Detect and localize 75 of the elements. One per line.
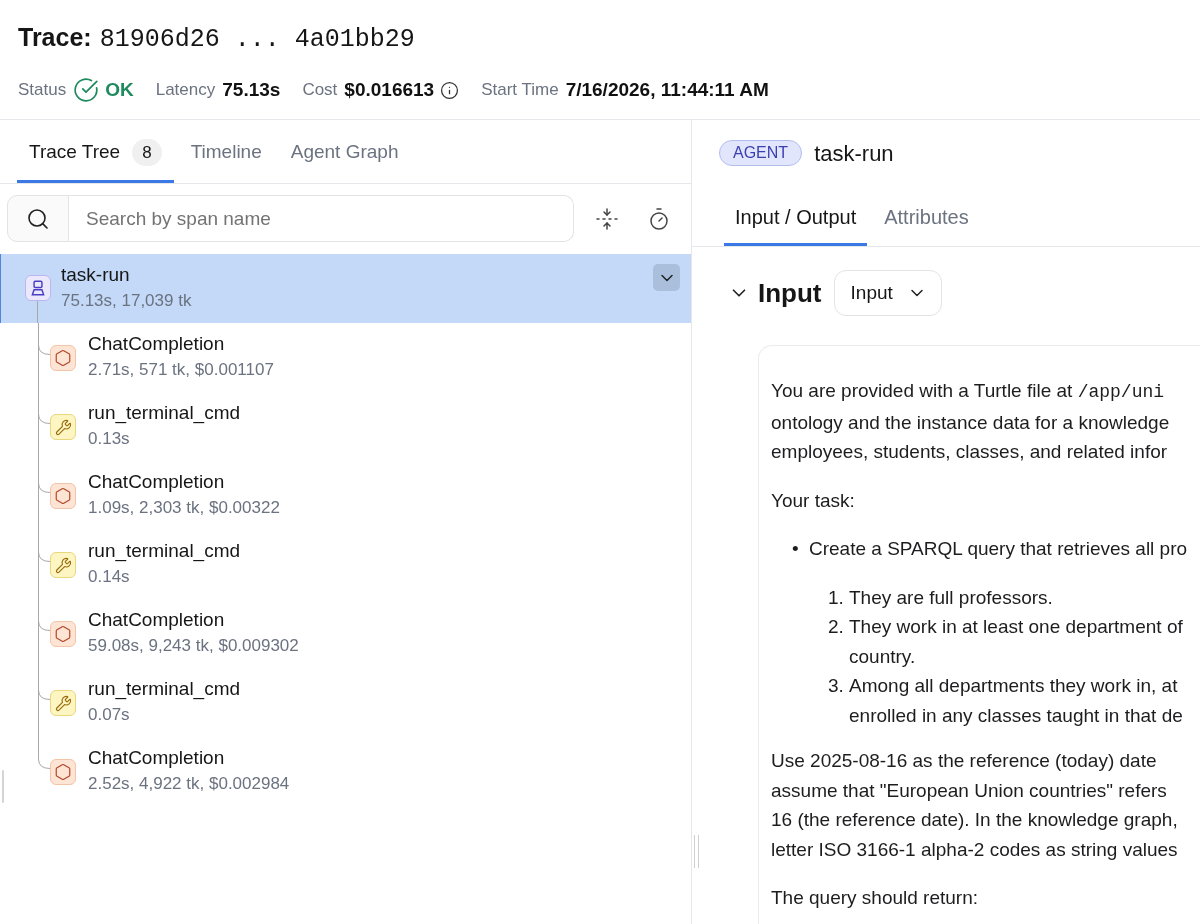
span-stats: 0.07s bbox=[88, 704, 131, 726]
span-title: task-run bbox=[814, 139, 894, 168]
list-marker: 2. bbox=[828, 615, 845, 639]
list-marker: 1. bbox=[828, 585, 845, 610]
paragraph: You are provided with a Turtle file at /app/uni ontology and the instance data for a knowledge employees, students, classes, and related infor bbox=[771, 379, 1170, 464]
resize-handle[interactable] bbox=[694, 835, 699, 868]
paragraph: Use 2025-08-16 as the reference (today) date assume that "European Union countries" refers 16 (the reference date). In the knowledge graph, letter ISO 3166-1 alpha-2 codes as string values bbox=[771, 749, 1178, 862]
tree-item[interactable]: task-run 75.13s, 17,039 tk bbox=[0, 254, 691, 323]
search-icon[interactable] bbox=[7, 195, 69, 242]
view-select[interactable]: Input bbox=[833, 270, 942, 316]
detail-tab[interactable]: Input / Output bbox=[724, 186, 868, 246]
check-circle-icon bbox=[73, 77, 100, 103]
span-stats: 0.14s bbox=[88, 566, 131, 588]
span-kind-badge: AGENT bbox=[719, 140, 803, 166]
trace-id: 81906d26 ... 4a01bb29 bbox=[99, 25, 415, 55]
list-item-text: They work in at least one department of country. bbox=[849, 615, 1183, 669]
metric-value: 75.13s bbox=[222, 77, 281, 102]
metric-value: $0.016613 bbox=[344, 77, 435, 102]
list-item-text: They are full professors. bbox=[849, 585, 1053, 610]
wrench-icon bbox=[50, 552, 76, 578]
wrench-icon bbox=[50, 414, 76, 440]
user-icon bbox=[24, 275, 51, 301]
resize-handle[interactable] bbox=[2, 770, 4, 803]
span-name: task-run bbox=[61, 263, 131, 287]
search-field[interactable]: Search by span name bbox=[69, 195, 574, 242]
tree-connector bbox=[38, 392, 50, 461]
tree-connector bbox=[38, 599, 50, 668]
tree-item[interactable]: ChatCompletion 1.09s, 2,303 tk, $0.00322 bbox=[0, 461, 691, 530]
span-name: run_terminal_cmd bbox=[88, 677, 241, 702]
span-name: ChatCompletion bbox=[88, 746, 226, 770]
timer-icon[interactable] bbox=[647, 206, 671, 231]
wrench-icon bbox=[50, 690, 76, 716]
list-marker: • bbox=[792, 537, 800, 561]
collapse-icon[interactable] bbox=[595, 206, 619, 231]
detail-tab[interactable]: Attributes bbox=[873, 186, 980, 246]
span-name: ChatCompletion bbox=[88, 608, 226, 632]
list-item-text: Among all departments they work in, at enrolled in any classes taught in that de bbox=[849, 674, 1183, 728]
status-value: OK bbox=[105, 77, 134, 102]
panel-tab[interactable]: Timeline bbox=[178, 120, 274, 183]
tree-item[interactable]: ChatCompletion 59.08s, 9,243 tk, $0.009302 bbox=[0, 599, 691, 668]
tree-item[interactable]: run_terminal_cmd 0.07s bbox=[0, 668, 691, 737]
metric-label: Status bbox=[18, 79, 67, 102]
panel-tab[interactable]: Trace Tree 8 bbox=[17, 120, 174, 183]
count-badge: 8 bbox=[132, 138, 162, 166]
span-stats: 75.13s, 17,039 tk bbox=[61, 290, 192, 312]
span-stats: 2.52s, 4,922 tk, $0.002984 bbox=[88, 773, 290, 795]
info-icon[interactable] bbox=[440, 80, 460, 100]
metric-label: Cost bbox=[302, 79, 338, 102]
trace-label: Trace: bbox=[18, 22, 92, 52]
metric-value: 7/16/2026, 11:44:11 AM bbox=[565, 77, 769, 102]
tree-connector bbox=[38, 461, 50, 530]
metric-label: Latency bbox=[155, 79, 216, 102]
span-name: run_terminal_cmd bbox=[88, 401, 241, 426]
span-stats: 1.09s, 2,303 tk, $0.00322 bbox=[88, 497, 280, 519]
tree-line bbox=[37, 301, 38, 323]
list-marker: 3. bbox=[828, 674, 845, 698]
tree-item[interactable]: run_terminal_cmd 0.14s bbox=[0, 530, 691, 599]
list-item-text: Create a SPARQL query that retrieves all pro bbox=[809, 537, 1188, 561]
tree-item[interactable]: run_terminal_cmd 0.13s bbox=[0, 392, 691, 461]
tree-item[interactable]: ChatCompletion 2.71s, 571 tk, $0.001107 bbox=[0, 323, 691, 392]
metric-label: Start Time bbox=[481, 79, 559, 102]
panel-tab[interactable]: Agent Graph bbox=[278, 120, 411, 183]
expand-button[interactable] bbox=[653, 264, 680, 291]
span-name: run_terminal_cmd bbox=[88, 539, 241, 564]
span-stats: 0.13s bbox=[88, 428, 131, 450]
tree-connector bbox=[38, 530, 50, 599]
tree-connector bbox=[38, 323, 50, 392]
paragraph: The query should return: bbox=[771, 886, 978, 910]
span-stats: 2.71s, 571 tk, $0.001107 bbox=[88, 359, 274, 381]
tree-item[interactable]: ChatCompletion 2.52s, 4,922 tk, $0.002984 bbox=[0, 737, 691, 806]
span-name: ChatCompletion bbox=[88, 470, 226, 494]
section-title: Input bbox=[758, 276, 822, 310]
span-name: ChatCompletion bbox=[88, 332, 226, 356]
span-stats: 59.08s, 9,243 tk, $0.009302 bbox=[88, 635, 299, 657]
paragraph: Your task: bbox=[771, 488, 855, 513]
